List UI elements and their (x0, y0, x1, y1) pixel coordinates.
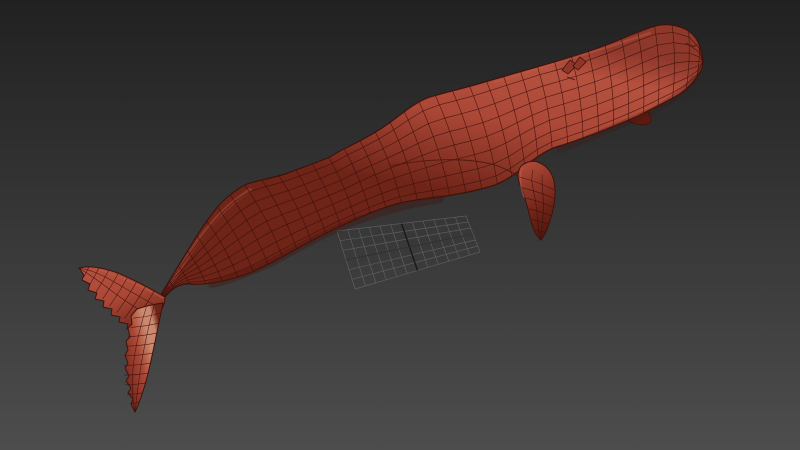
grid-axis-minor (345, 233, 474, 261)
viewport[interactable]: Perspective viewport - shaded whale mode… (0, 0, 800, 450)
grid-lines (336, 215, 481, 290)
whale-model[interactable] (78, 24, 704, 413)
pectoral-flipper[interactable] (517, 160, 556, 241)
home-grid (336, 215, 481, 290)
viewport-canvas[interactable]: Perspective viewport - shaded whale mode… (0, 0, 800, 450)
